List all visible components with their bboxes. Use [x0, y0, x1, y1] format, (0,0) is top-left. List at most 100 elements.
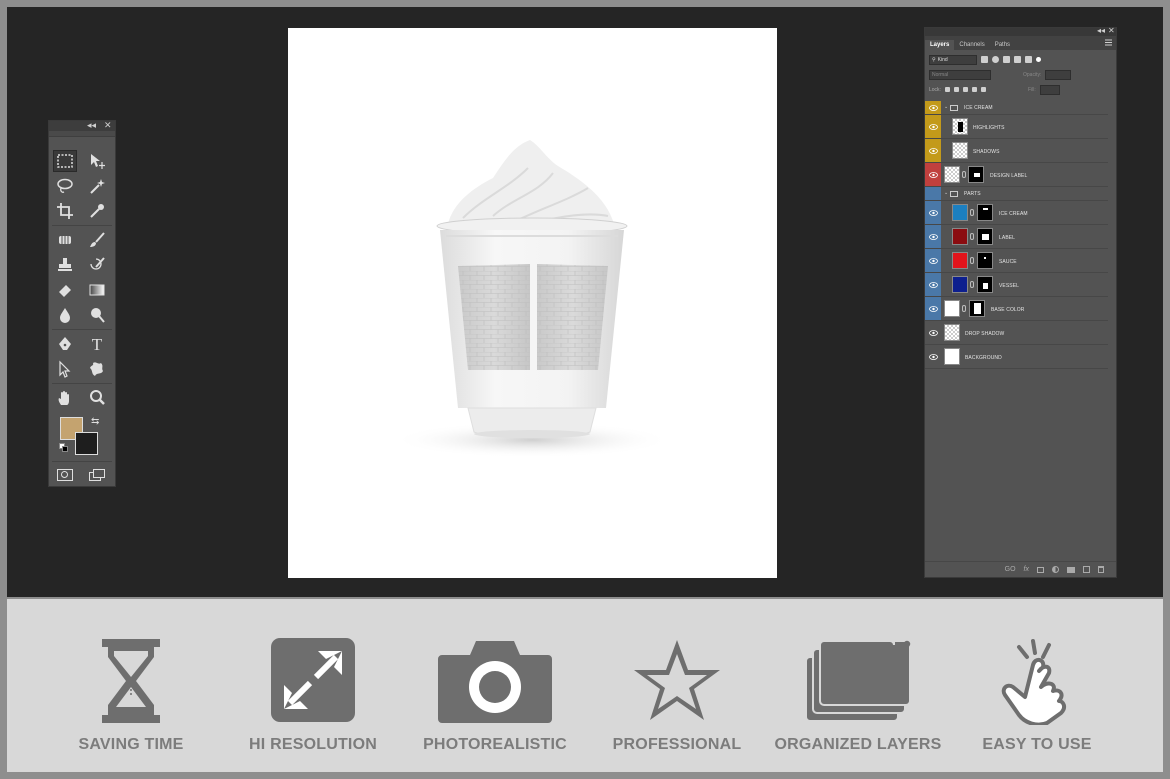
- link-icon[interactable]: [962, 305, 966, 312]
- layer-row-shadows[interactable]: SHADOWS: [925, 139, 1108, 163]
- layer-mask-thumbnail[interactable]: [977, 204, 993, 221]
- layer-row-drop-shadow[interactable]: DROP SHADOW: [925, 321, 1108, 345]
- layer-row-ice-cream[interactable]: ICE CREAM: [925, 201, 1108, 225]
- collapse-icon[interactable]: ◂◂: [87, 120, 96, 131]
- hand-icon[interactable]: [53, 387, 77, 409]
- layer-row-highlights[interactable]: HIGHLIGHTS: [925, 115, 1108, 139]
- tab-layers[interactable]: Layers: [925, 40, 955, 50]
- link-icon[interactable]: [962, 171, 966, 178]
- visibility-eye-icon[interactable]: [925, 101, 941, 114]
- layer-name: ICE CREAM: [999, 211, 1028, 217]
- screen-mode-icon[interactable]: [89, 469, 106, 482]
- lock-paint-icon[interactable]: [953, 87, 959, 92]
- layer-row-background[interactable]: BACKGROUND: [925, 345, 1108, 369]
- background-color-swatch[interactable]: [75, 432, 98, 455]
- layer-row-sauce[interactable]: SAUCE: [925, 249, 1108, 273]
- visibility-eye-icon[interactable]: [925, 225, 941, 248]
- move-icon[interactable]: [85, 150, 109, 172]
- stamp-icon[interactable]: [53, 254, 77, 276]
- layer-row-design-label[interactable]: DESIGN LABEL: [925, 163, 1108, 187]
- tab-paths[interactable]: Paths: [990, 40, 1015, 50]
- lasso-icon[interactable]: [53, 175, 77, 197]
- close-icon[interactable]: ✕: [1108, 26, 1115, 35]
- eyedropper-icon[interactable]: [85, 200, 109, 222]
- filter-shape-icon[interactable]: [1014, 56, 1021, 63]
- visibility-eye-icon[interactable]: [925, 273, 941, 296]
- path-select-icon[interactable]: [53, 358, 77, 380]
- quick-mask-icon[interactable]: [57, 469, 73, 481]
- visibility-eye-icon[interactable]: [925, 321, 941, 344]
- fx-icon[interactable]: fx: [1024, 566, 1029, 573]
- layer-mask-thumbnail[interactable]: [977, 228, 993, 245]
- pen-icon[interactable]: [53, 333, 77, 355]
- visibility-eye-icon[interactable]: [925, 163, 941, 186]
- brush-icon[interactable]: [85, 229, 109, 251]
- new-group-icon[interactable]: [1067, 566, 1075, 573]
- layer-mask-thumbnail[interactable]: [977, 276, 993, 293]
- new-layer-icon[interactable]: [1083, 566, 1090, 573]
- lock-move-icon[interactable]: [962, 87, 968, 92]
- layer-row-parts-group[interactable]: ⌄ PARTS: [925, 187, 1108, 201]
- chevron-down-icon[interactable]: ⌄: [944, 104, 948, 110]
- document-canvas[interactable]: [288, 28, 777, 578]
- type-icon[interactable]: T: [85, 333, 109, 355]
- filter-kind-select[interactable]: ⚲ Kind: [929, 54, 977, 65]
- lock-all-icon[interactable]: [980, 87, 986, 92]
- link-icon[interactable]: [970, 233, 974, 240]
- visibility-eye-icon[interactable]: [925, 187, 941, 200]
- default-colors-icon[interactable]: [59, 443, 68, 452]
- adjustment-layer-icon[interactable]: [1052, 566, 1059, 573]
- link-icon[interactable]: [970, 257, 974, 264]
- filter-smart-icon[interactable]: [1025, 56, 1032, 63]
- visibility-eye-icon[interactable]: [925, 345, 941, 368]
- fill-field[interactable]: [1039, 84, 1060, 95]
- add-mask-icon[interactable]: [1037, 566, 1044, 573]
- feature-easy-to-use: EASY TO USE: [947, 599, 1127, 772]
- rect-marquee-icon[interactable]: [53, 150, 77, 172]
- swap-colors-icon[interactable]: ⇆: [91, 416, 99, 427]
- visibility-eye-icon[interactable]: [925, 297, 941, 320]
- eraser-icon[interactable]: [53, 279, 77, 301]
- visibility-eye-icon[interactable]: [925, 139, 941, 162]
- close-icon[interactable]: ✕: [104, 120, 112, 131]
- panel-menu-icon[interactable]: [1105, 39, 1112, 46]
- blend-mode-select[interactable]: Normal: [929, 69, 991, 80]
- tab-channels[interactable]: Channels: [954, 40, 989, 50]
- filter-type-icon[interactable]: [1003, 56, 1010, 63]
- chevron-down-icon[interactable]: ⌄: [944, 190, 948, 196]
- filter-adjustment-icon[interactable]: [992, 56, 999, 63]
- visibility-eye-icon[interactable]: [925, 115, 941, 138]
- layer-row-label[interactable]: LABEL: [925, 225, 1108, 249]
- filter-toggle-icon[interactable]: [1036, 57, 1041, 62]
- layer-mask-thumbnail[interactable]: [968, 166, 984, 183]
- collapse-icon[interactable]: ◂◂: [1097, 26, 1105, 35]
- filter-pixel-icon[interactable]: [981, 56, 988, 63]
- visibility-eye-icon[interactable]: [925, 249, 941, 272]
- zoom-icon[interactable]: [85, 387, 109, 409]
- layers-titlebar[interactable]: ◂◂ ✕: [925, 26, 1116, 36]
- opacity-field[interactable]: [1045, 69, 1072, 80]
- gradient-icon[interactable]: [85, 279, 109, 301]
- visibility-eye-icon[interactable]: [925, 201, 941, 224]
- history-brush-icon[interactable]: [85, 254, 109, 276]
- layer-mask-thumbnail[interactable]: [977, 252, 993, 269]
- blur-icon[interactable]: [53, 304, 77, 326]
- magic-wand-icon[interactable]: [85, 175, 109, 197]
- crop-icon[interactable]: [53, 200, 77, 222]
- layers-panel: ◂◂ ✕ Layers Channels Paths ⚲ Kind Normal: [924, 26, 1117, 578]
- panel-grip[interactable]: [49, 131, 115, 137]
- healing-icon[interactable]: [53, 229, 77, 251]
- link-icon[interactable]: [970, 281, 974, 288]
- trash-icon[interactable]: [1098, 566, 1104, 573]
- lock-artboard-icon[interactable]: [971, 87, 977, 92]
- tools-titlebar[interactable]: ◂◂ ✕: [49, 120, 115, 131]
- layer-row-ice-cream-group[interactable]: ⌄ ICE CREAM: [925, 101, 1108, 115]
- link-icon[interactable]: [970, 209, 974, 216]
- shape-icon[interactable]: [85, 358, 109, 380]
- lock-pixels-icon[interactable]: [944, 87, 950, 92]
- layer-row-base-color[interactable]: BASE COLOR: [925, 297, 1108, 321]
- dodge-icon[interactable]: [85, 304, 109, 326]
- link-layers-icon[interactable]: GO: [1005, 566, 1016, 573]
- layer-mask-thumbnail[interactable]: [969, 300, 985, 317]
- layer-row-vessel[interactable]: VESSEL: [925, 273, 1108, 297]
